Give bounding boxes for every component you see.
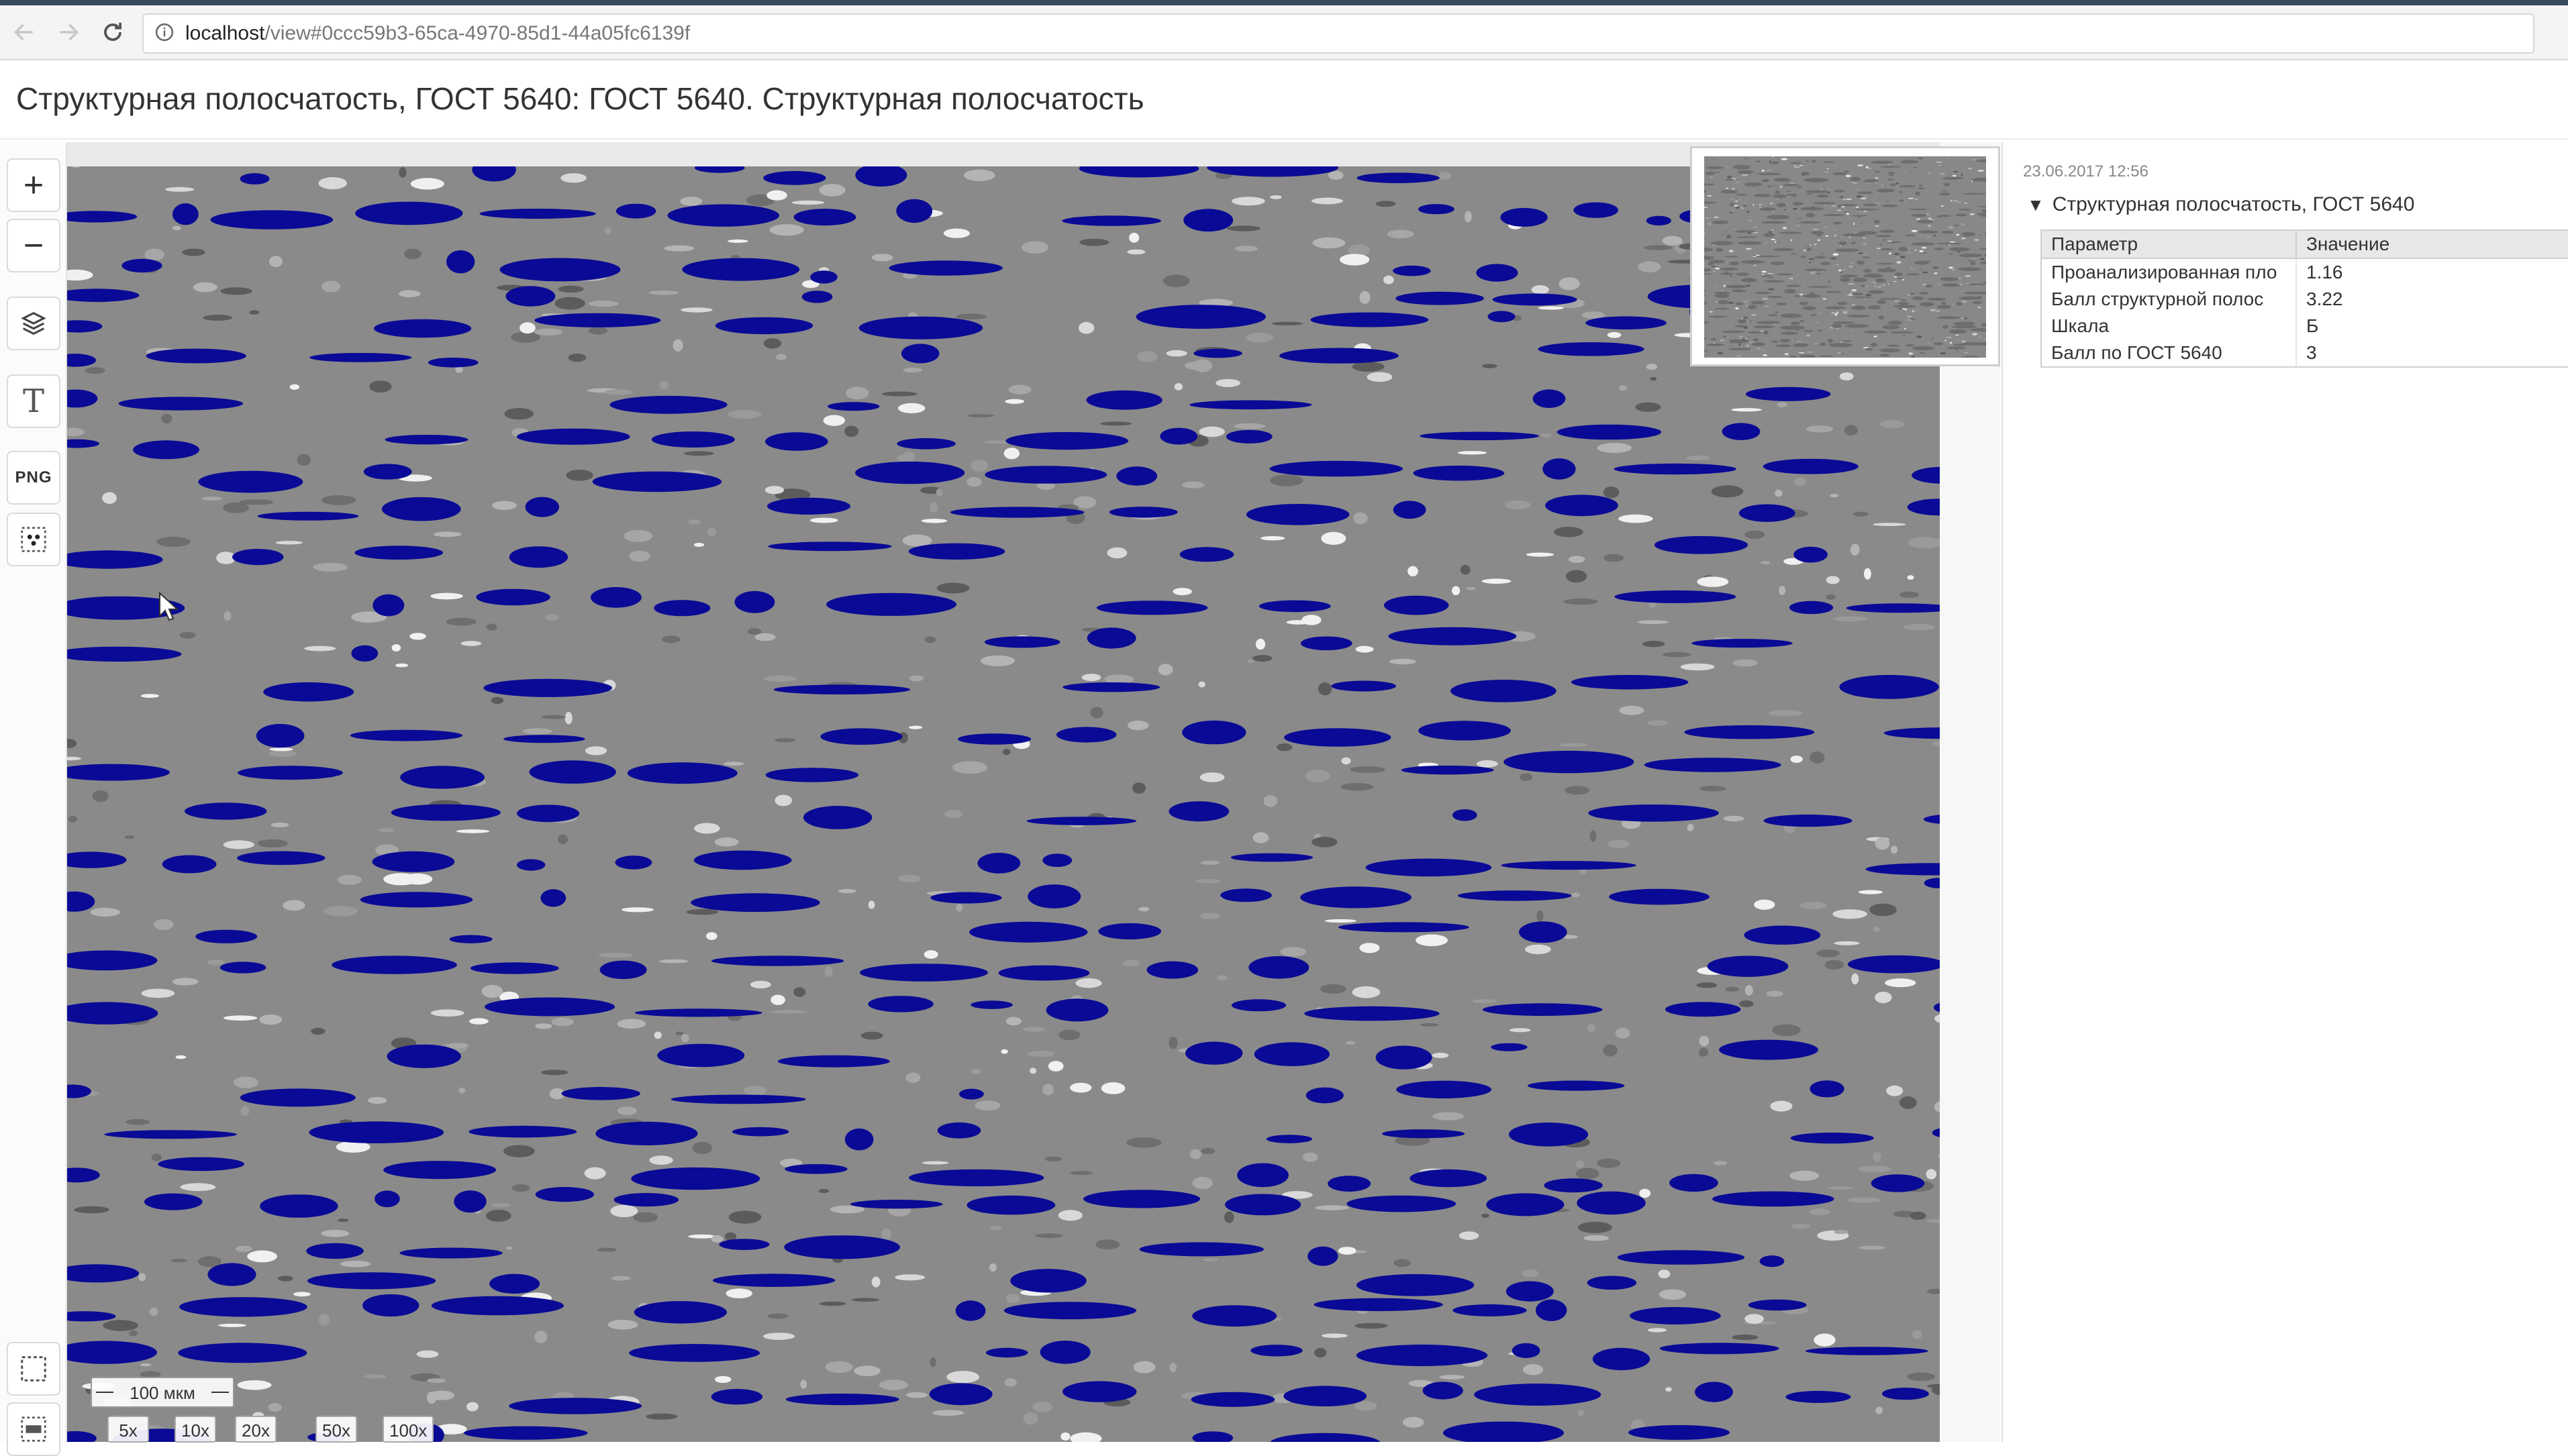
value-cell: Б [2296, 313, 2568, 340]
forward-button[interactable] [51, 15, 86, 50]
column-header-value[interactable]: Значение [2296, 230, 2568, 258]
png-export-button[interactable]: PNG [7, 451, 60, 505]
reload-icon [100, 19, 126, 45]
table-row[interactable]: Балл структурной полос 3.22 [2041, 286, 2568, 313]
scale-bar-right-line [211, 1392, 229, 1393]
zoom-20x-button[interactable]: 20x [235, 1416, 277, 1443]
scale-bar: 100 мкм [91, 1377, 234, 1408]
tool-sidebar: + − T PNG [0, 142, 67, 1442]
title-divider [0, 138, 2568, 140]
zoom-out-button[interactable]: − [7, 219, 60, 272]
address-bar[interactable]: localhost/view#0ccc59b3-65ca-4970-85d1-4… [142, 13, 2534, 54]
zoom-5x-button[interactable]: 5x [107, 1416, 149, 1443]
result-tree-title: Структурная полосчатость, ГОСТ 5640 [2053, 193, 2415, 215]
export-region-icon [18, 1414, 49, 1445]
text-tool-button[interactable]: T [7, 374, 60, 428]
export-region-button[interactable] [7, 1402, 60, 1456]
scale-bar-label: 100 мкм [92, 1383, 233, 1404]
url-path: /view#0ccc59b3-65ca-4970-85d1-44a05fc613… [264, 22, 690, 44]
zoom-in-button[interactable]: + [7, 158, 60, 212]
layers-icon [18, 308, 49, 339]
table-header-row: Параметр Значение [2041, 230, 2568, 258]
window-top-border [0, 0, 2568, 5]
table-row[interactable]: Шкала Б [2041, 313, 2568, 340]
url-host: localhost [185, 22, 264, 44]
table-row[interactable]: Проанализированная пло 1.16 [2041, 258, 2568, 286]
zoom-100x-button[interactable]: 100x [383, 1416, 434, 1443]
selection-points-button[interactable] [7, 513, 60, 566]
value-cell: 3.22 [2296, 286, 2568, 313]
mouse-cursor-icon [158, 592, 179, 621]
thumbnail-image[interactable] [1704, 156, 1986, 358]
zoom-10x-button[interactable]: 10x [175, 1416, 216, 1443]
reload-button[interactable] [95, 15, 130, 50]
back-button[interactable] [7, 15, 42, 50]
param-cell: Балл по ГОСТ 5640 [2041, 340, 2296, 367]
rect-select-button[interactable] [7, 1342, 60, 1396]
url-text: localhost/view#0ccc59b3-65ca-4970-85d1-4… [185, 22, 690, 45]
back-arrow-icon [11, 19, 37, 45]
result-tree-node[interactable]: ▼ Структурная полосчатость, ГОСТ 5640 [2027, 193, 2414, 216]
value-cell: 1.16 [2296, 258, 2568, 286]
analysis-timestamp: 23.06.2017 12:56 [2023, 162, 2149, 181]
zoom-50x-button[interactable]: 50x [315, 1416, 357, 1443]
column-header-parameter[interactable]: Параметр [2041, 230, 2296, 258]
info-icon[interactable] [154, 22, 175, 42]
rect-select-icon [18, 1353, 49, 1384]
forward-arrow-icon [56, 19, 81, 45]
parameters-table: Параметр Значение Проанализированная пло… [2040, 229, 2568, 368]
page-title: Структурная полосчатость, ГОСТ 5640: ГОС… [16, 81, 1144, 117]
param-cell: Проанализированная пло [2041, 258, 2296, 286]
table-row[interactable]: Балл по ГОСТ 5640 3 [2041, 340, 2568, 367]
param-cell: Шкала [2041, 313, 2296, 340]
thumbnail-navigator[interactable] [1690, 146, 2000, 366]
expand-triangle-icon[interactable]: ▼ [2027, 195, 2044, 215]
layers-button[interactable] [7, 297, 60, 350]
dotted-selection-icon [18, 524, 49, 555]
results-panel: 23.06.2017 12:56 ▼ Структурная полосчатос… [2002, 142, 2568, 1442]
value-cell: 3 [2296, 340, 2568, 367]
param-cell: Балл структурной полос [2041, 286, 2296, 313]
browser-toolbar: localhost/view#0ccc59b3-65ca-4970-85d1-4… [0, 5, 2568, 60]
